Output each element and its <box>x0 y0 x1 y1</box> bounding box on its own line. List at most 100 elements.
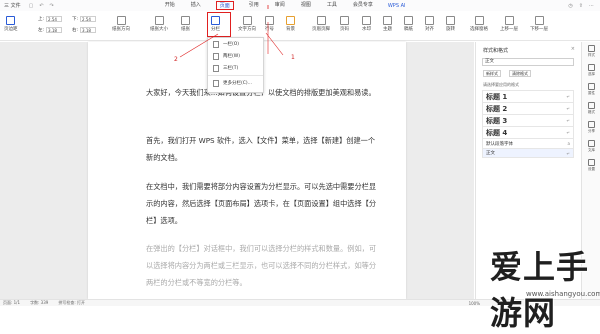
margin-top-field[interactable]: 上: 2.54 <box>38 16 63 22</box>
one-column-icon <box>213 40 219 48</box>
header-footer-button[interactable]: 页眉页脚 <box>312 16 330 32</box>
sidebar-item-style[interactable]: 样式 <box>582 42 600 61</box>
tab-start[interactable]: 开始 <box>164 1 176 10</box>
quick-access: ▢ ↶ ↷ <box>29 3 54 9</box>
current-style-select[interactable]: 正文 <box>482 58 574 66</box>
paper-size-icon <box>154 16 164 25</box>
margin-icon <box>6 16 16 25</box>
style-body-text[interactable]: 正文 ↵ <box>482 148 574 158</box>
margin-button[interactable]: 页边距 <box>4 16 18 32</box>
grid-paper-button[interactable]: 稿纸 <box>404 16 413 32</box>
cursor-icon <box>588 64 595 71</box>
share-icon[interactable]: ⇪ <box>579 3 583 9</box>
word-count[interactable]: 字数: 339 <box>30 300 48 306</box>
style-heading-2[interactable]: 标题 2 ↵ <box>482 102 574 114</box>
tab-review[interactable]: 审阅 <box>274 1 286 10</box>
orientation-button[interactable]: 纸张方向 <box>112 16 130 32</box>
sidebar-item-select[interactable]: 选择 <box>582 61 600 80</box>
tab-member[interactable]: 会员专享 <box>352 1 374 10</box>
format-icon <box>588 102 595 109</box>
page-number-button[interactable]: 页码 <box>340 16 349 32</box>
ribbon-toolbar: 页边距 上: 2.54 下: 2.54 左: 3.18 右: 3.18 纸张方向… <box>0 11 600 41</box>
rotate-button[interactable]: 旋转 <box>446 16 455 32</box>
columns-three-option[interactable]: 三栏(T) <box>208 62 263 74</box>
paragraph-3[interactable]: 在文档中，我们需要将部分内容设置为分栏显示。可以先选中需要分栏显示的内容，然后选… <box>146 178 376 229</box>
paragraph-2[interactable]: 首先，我们打开 WPS 软件，选入【文件】菜单，选择【新建】创建一个新的文档。 <box>146 132 376 166</box>
clear-format-button[interactable]: 清除格式 <box>509 70 531 77</box>
sidebar-item-format[interactable]: 格式 <box>582 99 600 118</box>
margin-left-field[interactable]: 左: 3.18 <box>38 27 63 33</box>
bring-forward-icon <box>504 16 514 25</box>
menu-bar: 三 文件 ▢ ↶ ↷ 开始 插入 页面 引用 审阅 视图 工具 会员专享 WPS… <box>0 0 600 11</box>
theme-button[interactable]: 主题 <box>383 16 392 32</box>
char-mark-icon: a <box>567 141 570 146</box>
page-count: 页面: 1/1 <box>3 300 21 305</box>
tab-reference[interactable]: 引用 <box>248 1 260 10</box>
save-icon[interactable]: ▢ <box>29 3 34 9</box>
background-icon <box>286 16 295 25</box>
header-icon <box>316 16 326 25</box>
style-heading-4[interactable]: 标题 4 ↵ <box>482 126 574 138</box>
orientation-icon <box>116 16 126 25</box>
sidebar-item-library[interactable]: 文库 <box>582 137 600 156</box>
background-button[interactable]: 背景 <box>286 16 295 32</box>
two-column-icon <box>213 52 219 60</box>
site-watermark: 爱上手游网 www.aishangyou.com <box>476 238 600 332</box>
three-column-icon <box>213 64 219 72</box>
margin-bottom-field[interactable]: 下: 2.54 <box>72 16 97 22</box>
wps-ai-button[interactable]: WPS AI <box>388 3 406 9</box>
dropdown-divider <box>208 75 263 76</box>
close-icon[interactable]: × <box>571 46 575 52</box>
align-button[interactable]: 对齐 <box>425 16 434 32</box>
select-pane-button[interactable]: 选择窗格 <box>470 16 488 32</box>
property-icon <box>588 83 595 90</box>
paragraph-mark-icon: ↵ <box>566 118 570 123</box>
send-backward-icon <box>534 16 544 25</box>
watermark-button[interactable]: 水印 <box>362 16 371 32</box>
paper-size-button[interactable]: 纸张大小 <box>150 16 168 32</box>
tab-tools[interactable]: 工具 <box>326 1 338 10</box>
select-pane-icon <box>474 16 484 25</box>
redo-icon[interactable]: ↷ <box>50 3 54 9</box>
margin-right-field[interactable]: 右: 3.18 <box>72 27 97 33</box>
columns-highlight-box <box>207 12 231 37</box>
sidebar-item-settings[interactable]: 设置 <box>582 156 600 175</box>
watermark-icon <box>362 16 371 25</box>
paper-size-2-icon <box>181 16 190 25</box>
columns-one-option[interactable]: 一栏(O) <box>208 38 263 50</box>
bring-forward-button[interactable]: 上移一层 <box>500 16 518 32</box>
undo-icon[interactable]: ↶ <box>39 3 43 9</box>
style-heading-3[interactable]: 标题 3 ↵ <box>482 114 574 126</box>
rotate-icon <box>446 16 455 25</box>
columns-more-option[interactable]: 更多分栏(C)... <box>208 77 263 89</box>
spell-check[interactable]: 拼写检查: 打开 <box>58 300 85 306</box>
tab-insert[interactable]: 插入 <box>190 1 202 10</box>
style-default-font[interactable]: 默认段落字体 a <box>482 138 574 148</box>
style-heading-1[interactable]: 标题 1 ↵ <box>482 90 574 102</box>
page-number-icon <box>340 16 349 25</box>
sidebar-item-property[interactable]: 属性 <box>582 80 600 99</box>
file-menu[interactable]: 三 文件 <box>4 2 21 9</box>
send-backward-button[interactable]: 下移一层 <box>530 16 548 32</box>
history-icon[interactable]: ◷ <box>568 3 572 9</box>
columns-two-option[interactable]: 两栏(W) <box>208 50 263 62</box>
paper-size-2-button[interactable]: 纸张 <box>181 16 190 32</box>
text-direction-button[interactable]: 文字方向 <box>238 16 256 32</box>
text-direction-icon <box>242 16 252 25</box>
new-style-button[interactable]: 新样式 <box>483 70 501 77</box>
annotation-1: 1 <box>291 54 295 61</box>
paragraph-mark-icon: ↵ <box>566 150 570 156</box>
more-icon[interactable]: ⋯ <box>589 3 594 9</box>
tab-page[interactable]: 页面 <box>215 1 234 10</box>
panel-title: 样式和格式 <box>483 48 509 54</box>
watermark-text: 爱上手游网 <box>490 248 590 332</box>
line-number-button[interactable]: 行号 <box>265 16 274 32</box>
theme-icon <box>383 16 392 25</box>
style-icon <box>588 45 595 52</box>
library-icon <box>588 140 595 147</box>
paragraph-4[interactable]: 在弹出的【分栏】对话框中，我们可以选择分栏的样式和数量。例如，可以选择将内容分为… <box>146 240 376 291</box>
more-columns-icon <box>213 79 219 87</box>
sidebar-item-share[interactable]: 分享 <box>582 118 600 137</box>
tab-view[interactable]: 视图 <box>300 1 312 10</box>
paragraph-mark-icon: ↵ <box>566 106 570 111</box>
